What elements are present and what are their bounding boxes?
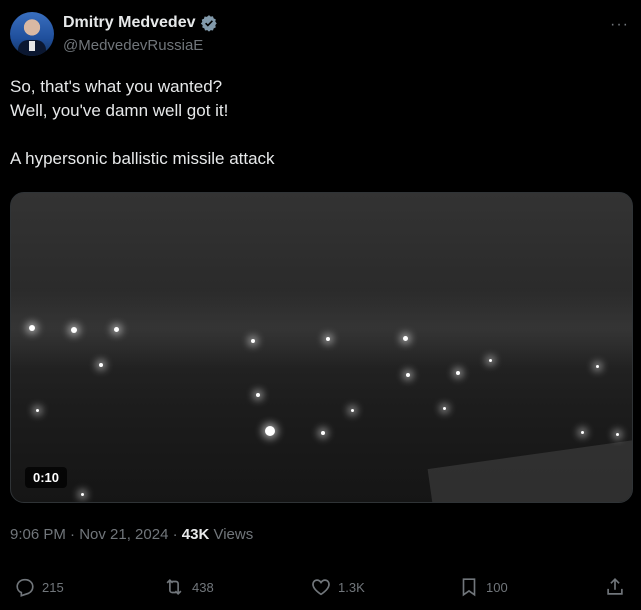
verified-badge-icon (200, 14, 218, 32)
bookmark-icon (458, 576, 480, 598)
author-handle[interactable]: @MedvedevRussiaE (63, 37, 203, 54)
views-count: 43K (181, 526, 210, 543)
tweet-header: Dmitry Medvedev @MedvedevRussiaE ··· (10, 12, 631, 60)
video-light (616, 433, 619, 436)
video-duration: 0:10 (25, 467, 68, 488)
video-light (351, 409, 354, 412)
more-options-icon[interactable]: ··· (610, 16, 629, 34)
video-light (326, 337, 330, 341)
tweet-line (10, 123, 630, 147)
video-light (596, 365, 599, 368)
bookmark-count: 100 (486, 579, 508, 595)
tweet-text: So, that's what you wanted? Well, you've… (10, 75, 630, 171)
video-light (71, 327, 77, 333)
reply-icon (14, 576, 36, 598)
video-foreground (427, 435, 632, 502)
video-light (403, 336, 408, 341)
share-button[interactable] (604, 576, 626, 598)
share-icon (604, 576, 626, 598)
reply-count: 215 (42, 579, 64, 595)
avatar[interactable] (10, 12, 54, 56)
tweet-line: A hypersonic ballistic missile attack (10, 149, 275, 168)
video-light (581, 431, 584, 434)
video-light (456, 371, 460, 375)
action-bar: 215 438 1.3K 100 (14, 576, 627, 604)
video-light (114, 327, 119, 332)
like-button[interactable]: 1.3K (310, 576, 365, 598)
video-light (443, 407, 446, 410)
author-name-row: Dmitry Medvedev (63, 14, 218, 32)
video-light (321, 431, 325, 435)
video-haze (11, 288, 632, 368)
video-light (489, 359, 492, 362)
video-light (251, 339, 255, 343)
video-light (29, 325, 35, 331)
video-flash (265, 426, 275, 436)
video-light (256, 393, 260, 397)
video-light (36, 409, 39, 412)
tweet-line: So, that's what you wanted? (10, 77, 223, 96)
repost-icon (162, 576, 186, 598)
bookmark-button[interactable]: 100 (458, 576, 508, 598)
video-light (99, 363, 103, 367)
like-count: 1.3K (338, 579, 365, 595)
views-label: Views (209, 526, 254, 543)
heart-icon (310, 576, 332, 598)
video-light (81, 493, 84, 496)
author-name[interactable]: Dmitry Medvedev (63, 14, 196, 32)
tweet-timestamp[interactable]: 9:06 PM · Nov 21, 2024 · (10, 526, 182, 543)
video-player[interactable]: 0:10 (10, 192, 633, 503)
reply-button[interactable]: 215 (14, 576, 64, 598)
tweet-line: Well, you've damn well got it! (10, 101, 229, 120)
tweet-meta: 9:06 PM · Nov 21, 2024 · 43K Views (10, 526, 253, 543)
repost-button[interactable]: 438 (162, 576, 214, 598)
video-light (406, 373, 410, 377)
repost-count: 438 (192, 579, 214, 595)
